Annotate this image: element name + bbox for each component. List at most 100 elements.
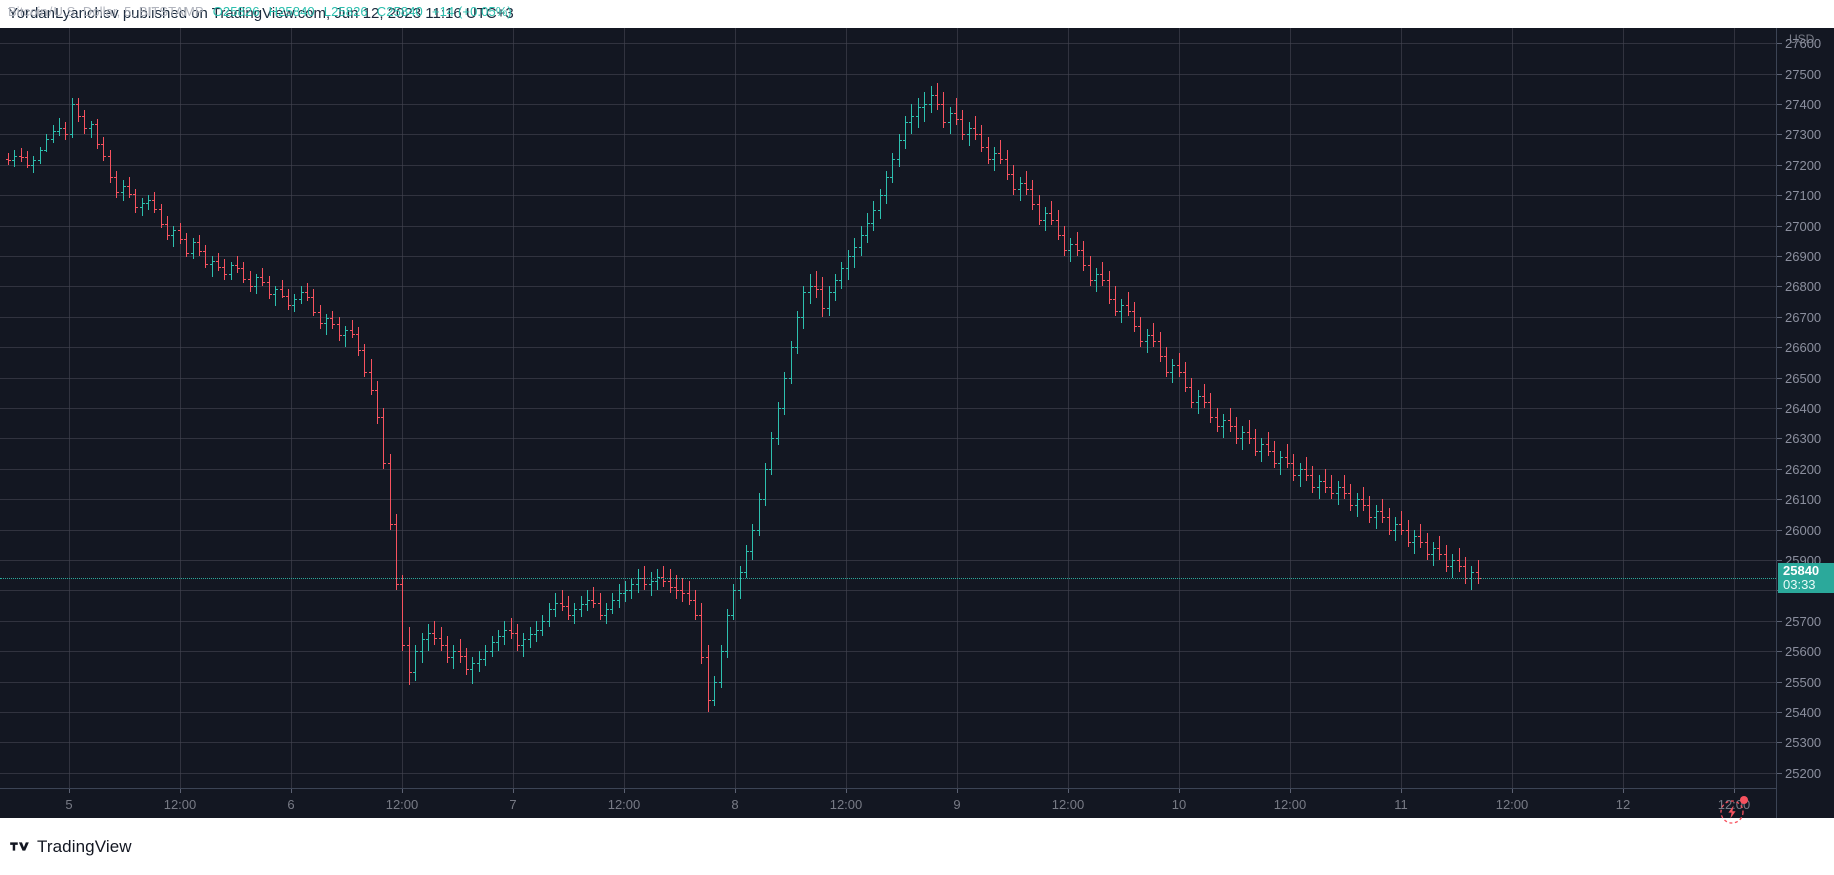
bar-open-tick (184, 239, 186, 240)
tradingview-wordmark: TradingView (37, 836, 132, 856)
price-bar (1439, 536, 1440, 560)
bar-close-tick (391, 524, 393, 525)
bar-close-tick (143, 203, 145, 204)
chart-container[interactable]: USD 25840 03:33 27600 27500 27400 27300 2720… (0, 28, 1834, 824)
bar-close-tick (1453, 560, 1455, 561)
gridline-horizontal (0, 347, 1776, 348)
bar-open-tick (197, 242, 199, 243)
bar-close-tick (1199, 396, 1201, 397)
lightning-bolt-icon[interactable] (1718, 796, 1748, 826)
bar-open-tick (897, 159, 899, 160)
price-bar (1446, 545, 1447, 572)
bar-close-tick (938, 104, 940, 105)
bar-close-tick (524, 639, 526, 640)
bar-open-tick (502, 636, 504, 637)
bar-open-tick (515, 633, 517, 634)
gridline-vertical (1179, 28, 1180, 788)
time-axis[interactable]: 5 12:00 6 12:00 7 12:00 8 12:00 9 12:00 10 12:00 11 1… (0, 788, 1776, 818)
bar-close-tick (200, 251, 202, 252)
bar-close-tick (1052, 220, 1054, 221)
bar-open-tick (649, 584, 651, 585)
price-bar (619, 584, 620, 608)
bar-close-tick (1326, 487, 1328, 488)
bar-close-tick (1358, 499, 1360, 500)
bar-open-tick (547, 621, 549, 622)
chart-legend[interactable]: Bitcoin/U.S. Dollar, 5, BITSTAMP O25826 H2… (8, 4, 512, 20)
price-bar (1350, 484, 1351, 511)
price-bar (911, 104, 912, 134)
bar-close-tick (480, 659, 482, 660)
bar-close-tick (594, 603, 596, 604)
price-axis[interactable]: USD 25840 03:33 27600 27500 27400 27300 2720… (1776, 28, 1834, 818)
bar-open-tick (362, 350, 364, 351)
time-axis-label: 12:00 (163, 797, 197, 812)
time-tick (1290, 789, 1291, 793)
bar-open-tick (1355, 505, 1357, 506)
bar-close-tick (473, 663, 475, 664)
bar-open-tick (1100, 274, 1102, 275)
bar-open-tick (19, 156, 21, 157)
bar-open-tick (509, 630, 511, 631)
gridline-horizontal (0, 438, 1776, 439)
bar-open-tick (108, 156, 110, 157)
bar-close-tick (73, 104, 75, 105)
price-bar (918, 98, 919, 128)
bar-close-tick (225, 274, 227, 275)
price-bar (568, 596, 569, 620)
bar-countdown: 03:33 (1783, 577, 1816, 592)
gridline-vertical (69, 28, 70, 788)
price-bar (1401, 511, 1402, 535)
legend-close-label: C (376, 4, 387, 19)
bar-close-tick (906, 122, 908, 123)
bar-open-tick (986, 147, 988, 148)
price-bar (562, 590, 563, 611)
time-tick (291, 789, 292, 793)
bar-open-tick (801, 317, 803, 318)
time-axis-label: 12 (1615, 797, 1631, 812)
price-tick (1777, 560, 1782, 561)
price-bar (880, 189, 881, 219)
bar-close-tick (798, 317, 800, 318)
bar-open-tick (712, 700, 714, 701)
price-tick (1777, 408, 1782, 409)
gridline-horizontal (0, 378, 1776, 379)
price-tick (1777, 165, 1782, 166)
price-axis-label: 26800 (1785, 279, 1822, 294)
current-price-badge[interactable]: 25840 03:33 (1778, 563, 1834, 593)
price-bar (504, 621, 505, 645)
bar-open-tick (1024, 183, 1026, 184)
bar-close-tick (263, 282, 265, 283)
bar-close-tick (1027, 189, 1029, 190)
chart-pane[interactable] (0, 28, 1776, 788)
bar-open-tick (432, 633, 434, 634)
bar-open-tick (585, 604, 587, 605)
bar-close-tick (1071, 244, 1073, 245)
bar-open-tick (1107, 280, 1109, 281)
price-bar (1236, 417, 1237, 444)
price-bar (1414, 530, 1415, 554)
time-tick (735, 789, 736, 793)
bar-open-tick (1450, 566, 1452, 567)
price-bar (1179, 353, 1180, 377)
bar-close-tick (34, 160, 36, 161)
price-tick (1777, 286, 1782, 287)
time-tick (846, 789, 847, 793)
bar-close-tick (753, 530, 755, 531)
price-tick (1777, 742, 1782, 743)
price-bar (1210, 393, 1211, 423)
price-bar (1128, 292, 1129, 316)
price-axis-label: 26300 (1785, 431, 1822, 446)
bar-open-tick (337, 324, 339, 325)
price-bar (727, 609, 728, 658)
gridline-vertical (1290, 28, 1291, 788)
bar-close-tick (1180, 372, 1182, 373)
price-bar (638, 569, 639, 593)
price-bar (441, 627, 442, 651)
price-bar (1306, 457, 1307, 481)
bar-close-tick (206, 264, 208, 265)
time-tick (402, 789, 403, 793)
price-tick (1777, 499, 1782, 500)
bar-open-tick (757, 530, 759, 531)
bar-close-tick (677, 590, 679, 591)
bar-open-tick (1387, 517, 1389, 518)
